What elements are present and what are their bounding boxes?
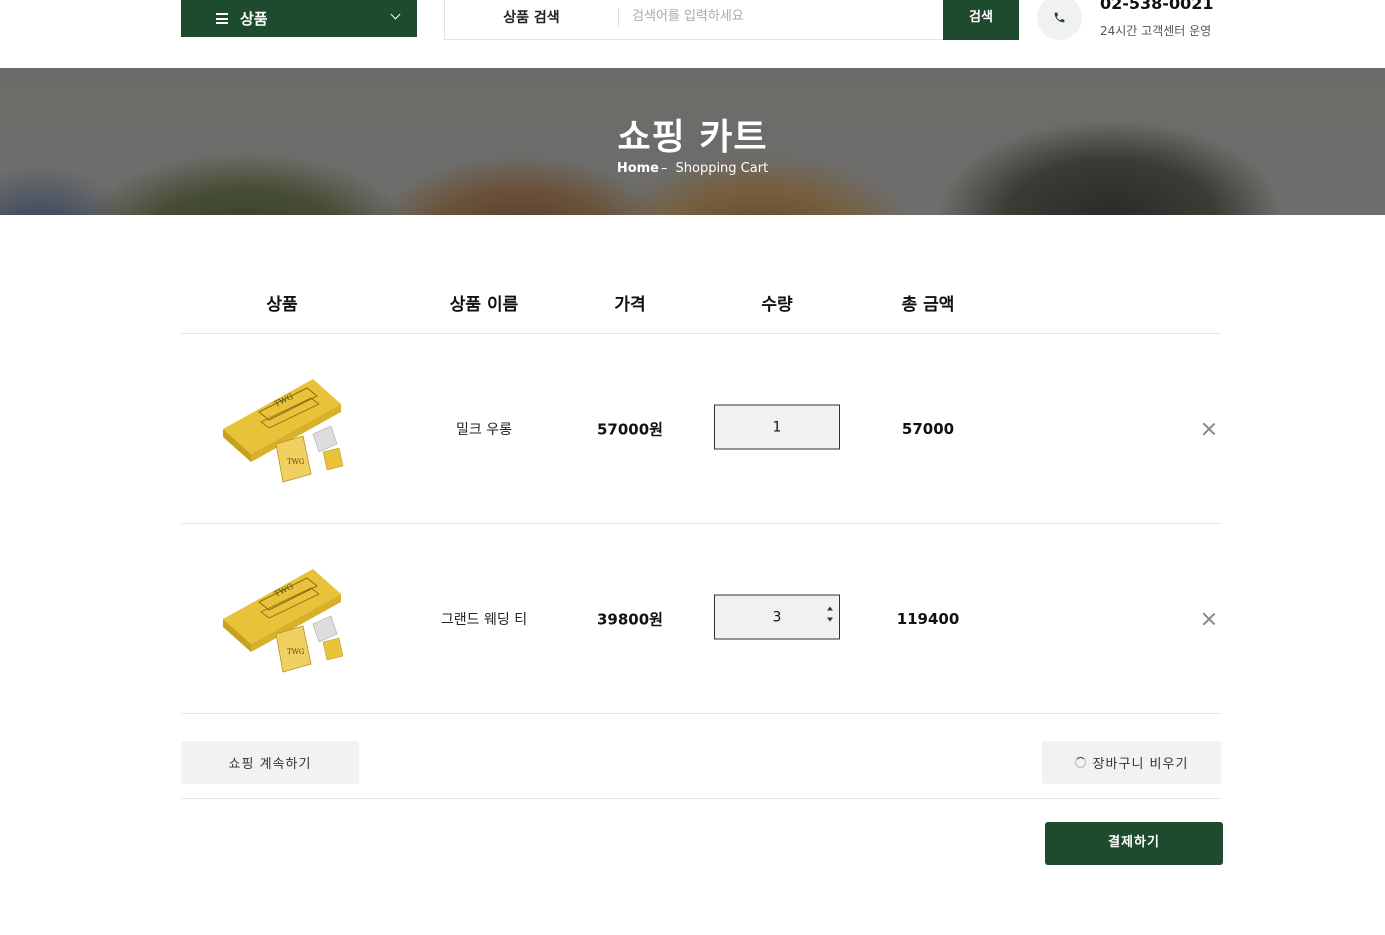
breadcrumb-separator: – [661,161,668,176]
breadcrumb-home-link[interactable]: Home [617,161,659,176]
remove-item-close-icon[interactable] [1202,612,1216,626]
quantity-value: 3 [772,609,782,625]
phone-hours-text: 24시간 고객센터 운영 [1100,24,1212,38]
page-title: 쇼핑 카트 [617,117,768,158]
category-menu-label: 상품 [240,10,268,28]
phone-number: 02-538-0021 [1100,0,1214,13]
remove-item-close-icon[interactable] [1202,422,1216,436]
category-menu-button[interactable]: 상품 [181,0,417,37]
clear-cart-label: 장바구니 비우기 [1092,757,1189,772]
divider [181,798,1221,799]
spin-arrows-icon[interactable] [827,606,833,622]
phone-icon [1037,0,1082,40]
column-header-total: 총 금액 [901,295,955,315]
svg-text:TWG: TWG [287,458,305,466]
svg-text:TWG: TWG [287,648,305,656]
search-button[interactable]: 검색 [943,0,1019,40]
product-total: 57000 [901,420,955,438]
column-header-product: 상품 [266,295,298,315]
twg-tea-box-icon: TWG TWG [223,379,344,483]
page-banner: 쇼핑 카트 Home – Shopping Cart [0,68,1385,215]
breadcrumb-current: Shopping Cart [675,161,769,176]
column-header-price: 가격 [614,295,646,315]
chevron-down-icon [390,9,401,20]
cart-table-header: 상품 상품 이름 가격 수량 총 금액 [181,280,1221,334]
cart-row: TWG TWG 밀크 우롱 57000원 1 57000 [181,334,1221,524]
twg-tea-box-icon: TWG TWG [223,569,344,673]
search-bar: 상품 검색 검색 [444,0,1019,40]
product-total: 119400 [896,610,960,628]
product-price: 39800원 [597,610,663,629]
refresh-icon [1074,757,1086,768]
product-name[interactable]: 밀크 우롱 [456,419,512,439]
hamburger-icon [216,13,228,24]
column-header-name: 상품 이름 [449,295,519,315]
checkout-button[interactable]: 결제하기 [1045,822,1223,865]
product-price: 57000원 [597,420,663,439]
search-category-label[interactable]: 상품 검색 [445,7,618,27]
breadcrumb: Home – Shopping Cart [0,161,1385,176]
column-header-quantity: 수량 [761,295,793,315]
continue-shopping-button[interactable]: 쇼핑 계속하기 [181,741,359,784]
quantity-value: 1 [772,419,782,435]
product-name[interactable]: 그랜드 웨딩 티 [441,609,527,629]
quantity-stepper[interactable]: 3 [714,594,840,640]
clear-cart-button[interactable]: 장바구니 비우기 [1042,741,1221,784]
cart-row: TWG TWG 그랜드 웨딩 티 39800원 3 119400 [181,524,1221,714]
quantity-input[interactable]: 1 [714,404,840,450]
search-input[interactable] [619,1,943,32]
